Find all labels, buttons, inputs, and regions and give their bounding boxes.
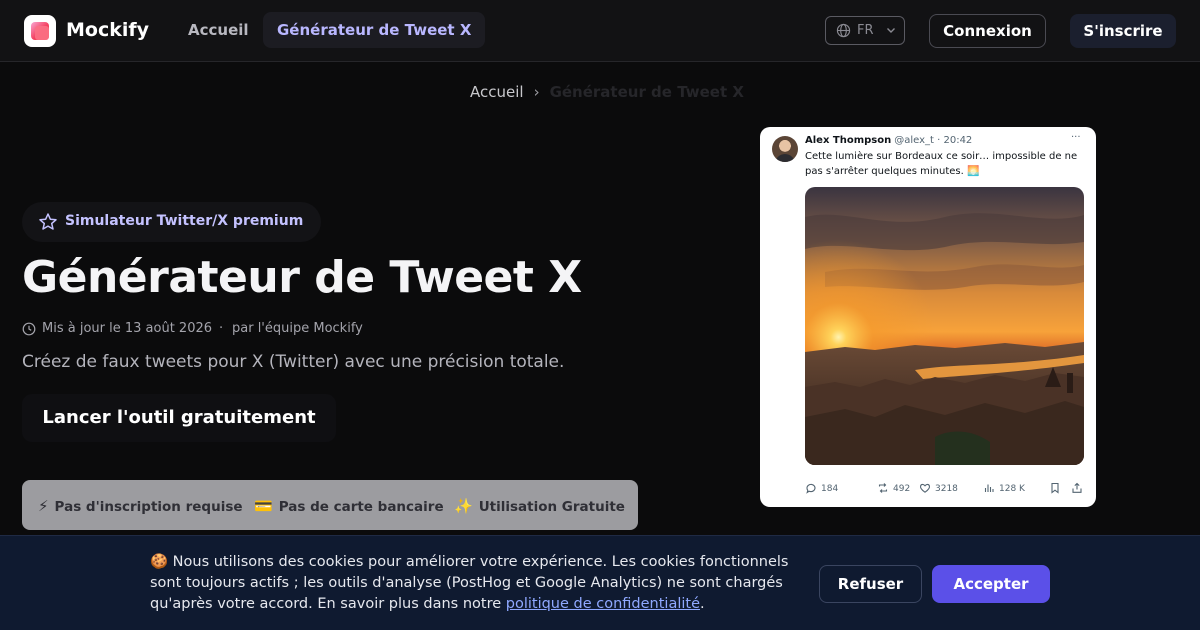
breadcrumb: Accueil › Générateur de Tweet X [470,83,744,101]
breadcrumb-separator: › [533,83,540,101]
tweet-handle-time: @alex_t · 20:42 [894,135,973,146]
language-code: FR [857,23,874,38]
lightning-icon: ⚡ [38,497,49,515]
retweet-action[interactable]: 492 [877,482,910,494]
views-count: 128 K [999,484,1025,494]
meta-separator: · [219,321,224,336]
login-button[interactable]: Connexion [929,14,1046,48]
bookmark-action[interactable] [1049,482,1065,494]
bookmark-icon [1051,482,1059,494]
updated-date: Mis à jour le 13 août 2026 [42,321,213,336]
retweet-icon [878,483,888,493]
top-navbar: Mockify Accueil Générateur de Tweet X FR… [0,0,1200,62]
page-title: Générateur de Tweet X [22,252,582,303]
tweet-image-sunset [805,187,1084,465]
tweet-display-name: Alex Thompson [805,135,892,146]
share-icon [1072,482,1082,493]
star-icon [39,213,57,230]
feature-free: ✨ Utilisation Gratuite [454,497,625,515]
privacy-policy-link[interactable]: politique de confidentialité [506,596,700,612]
feature-label: Utilisation Gratuite [478,499,625,515]
comment-icon [806,483,816,494]
clock-icon [22,322,36,336]
accept-cookies-button[interactable]: Accepter [932,565,1050,603]
feature-label: Pas de carte bancaire [278,499,444,515]
share-action[interactable] [1071,482,1087,494]
tweet-text: Cette lumière sur Bordeaux ce soir… impo… [805,151,1078,177]
badge-label: Simulateur Twitter/X premium [65,213,304,229]
globe-icon [836,23,851,38]
reply-count: 184 [821,484,839,494]
tweet-preview-card: Alex Thompson @alex_t · 20:42 ··· Cette l… [760,127,1096,507]
mockify-logo-icon[interactable] [24,15,56,47]
sparkles-icon: ✨ [454,497,473,515]
hero-description: Créez de faux tweets pour X (Twitter) av… [22,352,565,372]
tweet-actions: 184 492 3218 128 K [805,482,1086,496]
feature-label: Pas d'inscription requise [54,499,243,515]
views-chart-icon [984,484,994,492]
features-bar: ⚡ Pas d'inscription requise 💳 Pas de carte… [22,480,638,530]
breadcrumb-home[interactable]: Accueil [470,83,524,101]
launch-tool-button[interactable]: Lancer l'outil gratuitement [22,394,336,442]
views-action[interactable]: 128 K [983,482,1025,494]
reply-action[interactable]: 184 [805,482,838,494]
breadcrumb-current: Générateur de Tweet X [549,83,744,101]
like-count: 3218 [935,484,958,494]
tweet-author: Alex Thompson @alex_t · 20:42 [805,135,972,146]
credit-card-icon: 💳 [254,497,273,515]
premium-badge: Simulateur Twitter/X premium [22,202,321,242]
feature-no-signup: ⚡ Pas d'inscription requise [38,497,243,515]
cookie-banner: 🍪 Nous utilisons des cookies pour amélio… [0,535,1200,630]
cookie-text-end: . [700,596,705,612]
author-credit: par l'équipe Mockify [232,321,363,336]
more-options-icon[interactable]: ··· [1071,132,1081,143]
language-selector[interactable]: FR [825,16,905,45]
nav-link-home[interactable]: Accueil [174,12,263,48]
refuse-cookies-button[interactable]: Refuser [819,565,922,603]
retweet-count: 492 [893,484,911,494]
nav-link-tweet-generator[interactable]: Générateur de Tweet X [263,12,486,48]
heart-icon [919,483,931,493]
signup-button[interactable]: S'inscrire [1070,14,1176,48]
avatar [772,136,798,162]
chevron-down-icon [887,28,895,33]
brand-name[interactable]: Mockify [66,19,149,41]
like-action[interactable]: 3218 [919,482,958,494]
feature-no-card: 💳 Pas de carte bancaire [254,497,444,515]
cookie-message: 🍪 Nous utilisons des cookies pour amélio… [150,552,810,615]
